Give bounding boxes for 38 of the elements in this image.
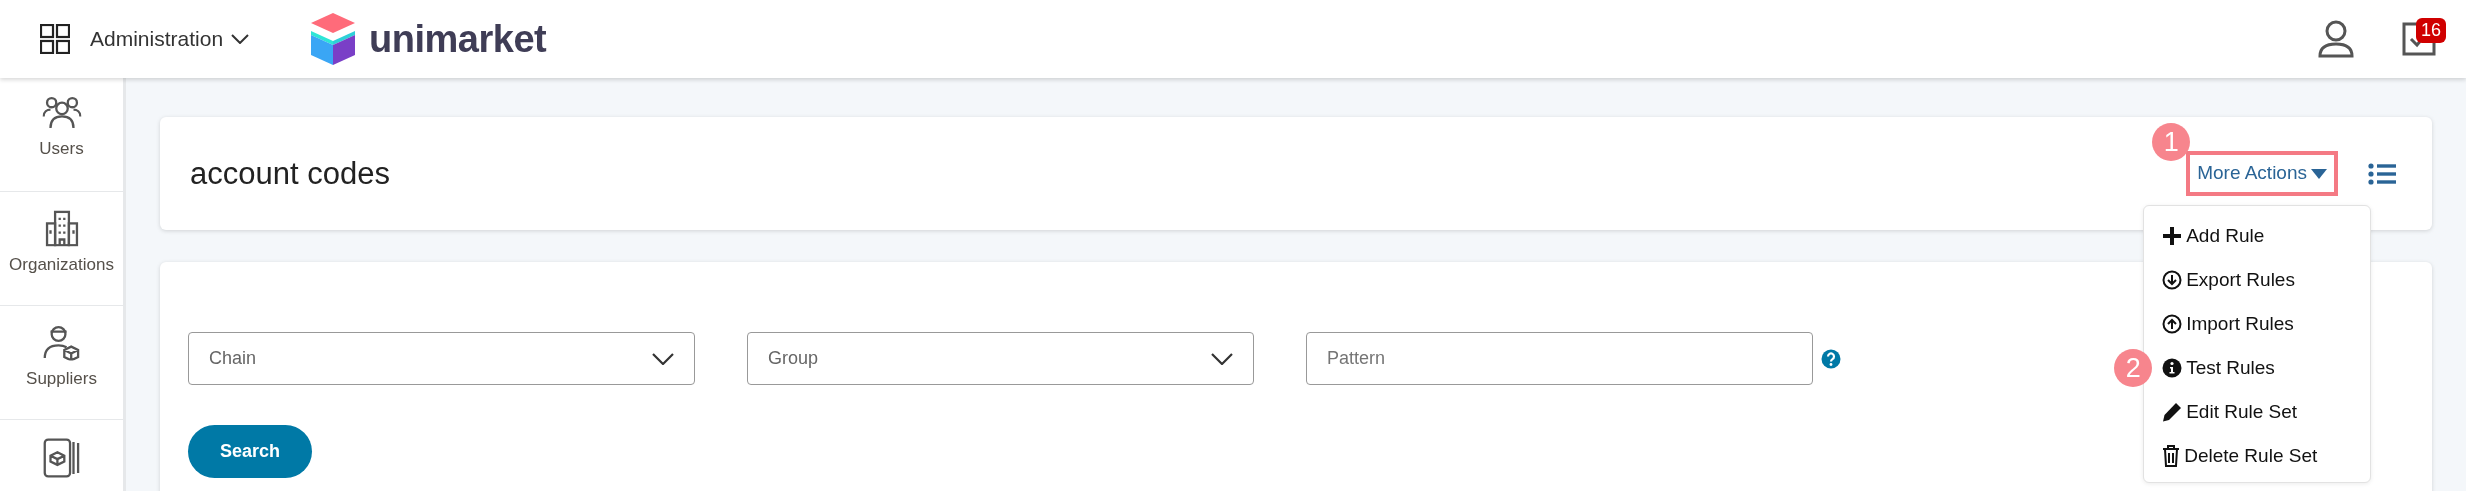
sidebar-item[interactable]: Organizations — [0, 192, 123, 306]
sidebar-item[interactable]: Suppliers — [0, 306, 123, 420]
notification-count: 16 — [2415, 18, 2446, 44]
help-icon[interactable] — [1821, 348, 1841, 369]
menu-item[interactable]: Edit Rule Set — [2162, 389, 2298, 434]
menu-item[interactable]: Add Rule — [2162, 213, 2265, 258]
menu-item[interactable]: Test Rules — [2162, 345, 2275, 390]
list-view-icon[interactable] — [2368, 162, 2396, 185]
menu-item[interactable]: Delete Rule Set — [2162, 433, 2318, 478]
menu-item[interactable]: Import Rules — [2162, 301, 2294, 346]
users-icon — [41, 95, 82, 131]
building-icon — [44, 209, 79, 247]
brand-name: unimarket — [369, 16, 547, 62]
page-title: account codes — [190, 154, 390, 193]
dropdown-field[interactable]: Group — [747, 332, 1254, 385]
download-icon — [2162, 269, 2183, 290]
more-actions-dropdown[interactable]: More Actions — [2186, 151, 2338, 196]
sidebar-item[interactable]: Users — [0, 78, 123, 192]
catalog-icon — [41, 437, 82, 479]
cube-logo-icon — [311, 13, 356, 65]
dropdown-field[interactable]: Chain — [188, 332, 695, 385]
info-icon — [2162, 357, 2183, 378]
supplier-icon — [41, 323, 82, 361]
upload-icon — [2162, 313, 2183, 334]
chevron-down-icon — [231, 34, 250, 44]
caret-icon — [2311, 168, 2327, 179]
user-icon[interactable] — [2318, 20, 2354, 58]
chevron-down-icon — [652, 352, 674, 365]
pattern-input[interactable]: Pattern — [1306, 332, 1813, 385]
menu-item[interactable]: Export Rules — [2162, 257, 2295, 302]
app-grid-icon[interactable] — [40, 24, 70, 54]
administration-menu[interactable]: Administration — [90, 23, 250, 55]
search-button[interactable]: Search — [188, 425, 312, 478]
pencil-icon — [2162, 401, 2183, 422]
plus-icon — [2162, 225, 2183, 246]
chevron-down-icon — [1211, 352, 1233, 365]
step-callout: 1 — [2152, 123, 2191, 162]
trash-icon — [2162, 444, 2181, 467]
